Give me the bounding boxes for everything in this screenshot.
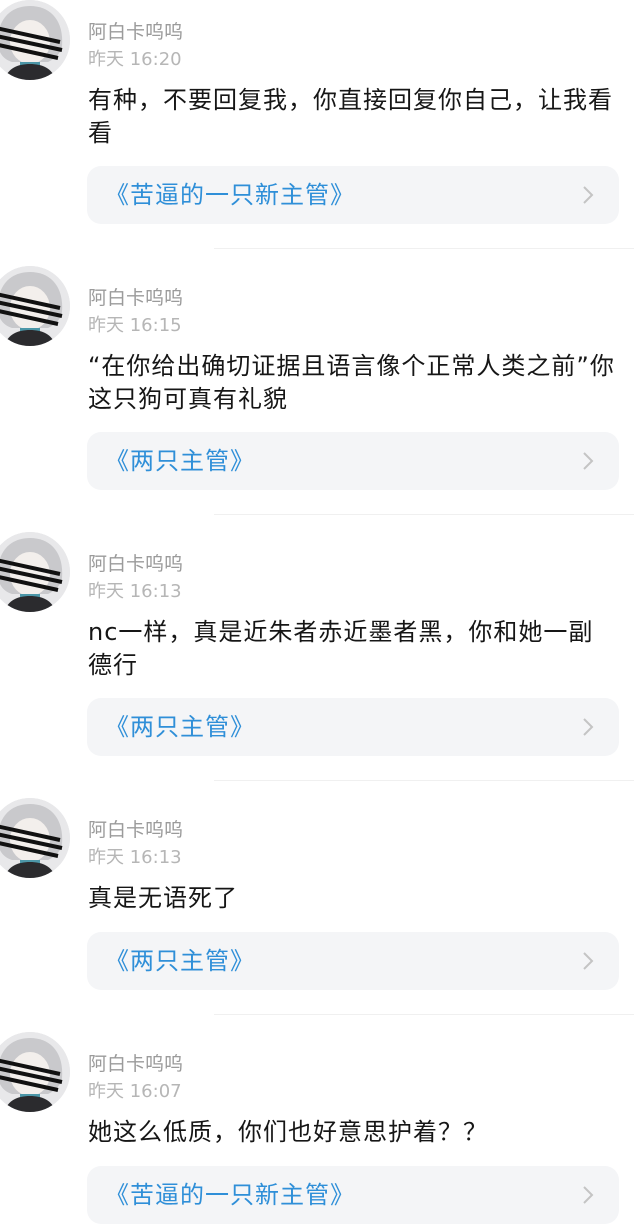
avatar[interactable] [0, 266, 70, 346]
linked-post-title: 《两只主管》 [105, 947, 255, 975]
comment-text: 真是无语死了 [88, 884, 238, 912]
linked-post-card[interactable]: 《两只主管》 [87, 698, 619, 756]
timestamp: 昨天 16:15 [88, 315, 182, 336]
comment-text: 有种，不要回复我，你直接回复你自己，让我看看 [88, 86, 613, 147]
avatar[interactable] [0, 798, 70, 878]
avatar[interactable] [0, 532, 70, 612]
avatar-image [0, 0, 70, 80]
chevron-right-icon [583, 952, 594, 970]
timestamp: 昨天 16:07 [88, 1081, 182, 1102]
comment-text: “在你给出确切证据且语言像个正常人类之前”你这只狗可真有礼貌 [88, 352, 615, 413]
chevron-right-icon [583, 718, 594, 736]
timestamp: 昨天 16:13 [88, 847, 182, 868]
comment-text: 她这么低质，你们也好意思护着？？ [88, 1118, 488, 1146]
timestamp: 昨天 16:13 [88, 581, 182, 602]
avatar[interactable] [0, 0, 70, 80]
avatar-image [0, 798, 70, 878]
avatar-image [0, 1032, 70, 1112]
linked-post-title: 《苦逼的一只新主管》 [105, 181, 355, 209]
divider [214, 780, 634, 781]
avatar[interactable] [0, 1032, 70, 1112]
timestamp: 昨天 16:20 [88, 49, 182, 70]
divider [214, 248, 634, 249]
username[interactable]: 阿白卡呜呜 [88, 818, 183, 842]
comment-text: nc一样，真是近朱者赤近墨者黑，你和她一副德行 [88, 618, 594, 679]
chevron-right-icon [583, 452, 594, 470]
username[interactable]: 阿白卡呜呜 [88, 20, 183, 44]
chevron-right-icon [583, 186, 594, 204]
linked-post-title: 《苦逼的一只新主管》 [105, 1181, 355, 1209]
linked-post-title: 《两只主管》 [105, 447, 255, 475]
chevron-right-icon [583, 1186, 594, 1204]
linked-post-card[interactable]: 《两只主管》 [87, 932, 619, 990]
avatar-image [0, 532, 70, 612]
divider [214, 514, 634, 515]
avatar-image [0, 266, 70, 346]
divider [214, 1014, 634, 1015]
username[interactable]: 阿白卡呜呜 [88, 286, 183, 310]
linked-post-card[interactable]: 《苦逼的一只新主管》 [87, 1166, 619, 1224]
linked-post-card[interactable]: 《两只主管》 [87, 432, 619, 490]
linked-post-card[interactable]: 《苦逼的一只新主管》 [87, 166, 619, 224]
username[interactable]: 阿白卡呜呜 [88, 552, 183, 576]
username[interactable]: 阿白卡呜呜 [88, 1052, 183, 1076]
linked-post-title: 《两只主管》 [105, 713, 255, 741]
